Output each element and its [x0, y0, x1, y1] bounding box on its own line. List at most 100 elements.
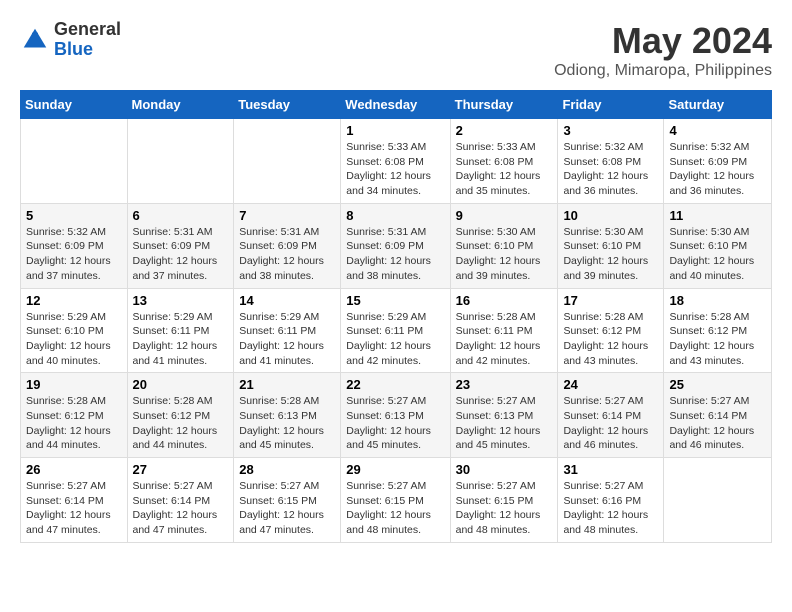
calendar-cell: 28 Sunrise: 5:27 AMSunset: 6:15 PMDayligh… — [234, 458, 341, 543]
day-info: Sunrise: 5:31 AMSunset: 6:09 PMDaylight:… — [239, 225, 335, 284]
day-number: 31 — [563, 462, 658, 477]
day-info: Sunrise: 5:28 AMSunset: 6:13 PMDaylight:… — [239, 394, 335, 453]
calendar-cell: 7 Sunrise: 5:31 AMSunset: 6:09 PMDaylight… — [234, 203, 341, 288]
day-number: 10 — [563, 208, 658, 223]
day-number: 8 — [346, 208, 444, 223]
day-number: 21 — [239, 377, 335, 392]
day-number: 7 — [239, 208, 335, 223]
calendar-cell: 20Sunrise: 5:28 AMSunset: 6:12 PMDayligh… — [127, 373, 234, 458]
calendar-cell: 10 Sunrise: 5:30 AMSunset: 6:10 PMDayligh… — [558, 203, 664, 288]
day-info: Sunrise: 5:27 AMSunset: 6:14 PMDaylight:… — [26, 479, 122, 538]
day-number: 13 — [133, 293, 229, 308]
calendar-cell: 1 Sunrise: 5:33 AMSunset: 6:08 PMDaylight… — [341, 119, 450, 204]
calendar-cell: 8 Sunrise: 5:31 AMSunset: 6:09 PMDaylight… — [341, 203, 450, 288]
page-header: General Blue May 2024 Odiong, Mimaropa, … — [20, 20, 772, 80]
day-info: Sunrise: 5:29 AMSunset: 6:11 PMDaylight:… — [133, 310, 229, 369]
calendar-cell: 17Sunrise: 5:28 AMSunset: 6:12 PMDayligh… — [558, 288, 664, 373]
calendar-cell: 18 Sunrise: 5:28 AMSunset: 6:12 PMDayligh… — [664, 288, 772, 373]
day-info: Sunrise: 5:27 AMSunset: 6:16 PMDaylight:… — [563, 479, 658, 538]
day-info: Sunrise: 5:27 AMSunset: 6:15 PMDaylight:… — [239, 479, 335, 538]
day-info: Sunrise: 5:29 AMSunset: 6:11 PMDaylight:… — [239, 310, 335, 369]
calendar-week-row: 1 Sunrise: 5:33 AMSunset: 6:08 PMDaylight… — [21, 119, 772, 204]
calendar-cell — [127, 119, 234, 204]
calendar-table: SundayMondayTuesdayWednesdayThursdayFrid… — [20, 90, 772, 543]
calendar-week-row: 5Sunrise: 5:32 AMSunset: 6:09 PMDaylight… — [21, 203, 772, 288]
day-info: Sunrise: 5:27 AMSunset: 6:14 PMDaylight:… — [669, 394, 766, 453]
day-info: Sunrise: 5:29 AMSunset: 6:10 PMDaylight:… — [26, 310, 122, 369]
day-number: 1 — [346, 123, 444, 138]
day-info: Sunrise: 5:28 AMSunset: 6:12 PMDaylight:… — [669, 310, 766, 369]
calendar-cell — [234, 119, 341, 204]
calendar-week-row: 26 Sunrise: 5:27 AMSunset: 6:14 PMDayligh… — [21, 458, 772, 543]
day-info: Sunrise: 5:27 AMSunset: 6:13 PMDaylight:… — [346, 394, 444, 453]
day-info: Sunrise: 5:33 AMSunset: 6:08 PMDaylight:… — [456, 140, 553, 199]
day-number: 26 — [26, 462, 122, 477]
day-info: Sunrise: 5:27 AMSunset: 6:15 PMDaylight:… — [346, 479, 444, 538]
day-info: Sunrise: 5:27 AMSunset: 6:13 PMDaylight:… — [456, 394, 553, 453]
calendar-cell: 23 Sunrise: 5:27 AMSunset: 6:13 PMDayligh… — [450, 373, 558, 458]
day-number: 3 — [563, 123, 658, 138]
calendar-cell: 3 Sunrise: 5:32 AMSunset: 6:08 PMDaylight… — [558, 119, 664, 204]
day-number: 12 — [26, 293, 122, 308]
weekday-header: Saturday — [664, 91, 772, 119]
calendar-cell: 30 Sunrise: 5:27 AMSunset: 6:15 PMDayligh… — [450, 458, 558, 543]
calendar-header-row: SundayMondayTuesdayWednesdayThursdayFrid… — [21, 91, 772, 119]
calendar-cell: 26 Sunrise: 5:27 AMSunset: 6:14 PMDayligh… — [21, 458, 128, 543]
day-number: 2 — [456, 123, 553, 138]
calendar-cell: 16Sunrise: 5:28 AMSunset: 6:11 PMDayligh… — [450, 288, 558, 373]
calendar-cell — [664, 458, 772, 543]
day-number: 9 — [456, 208, 553, 223]
calendar-cell: 12 Sunrise: 5:29 AMSunset: 6:10 PMDayligh… — [21, 288, 128, 373]
day-number: 4 — [669, 123, 766, 138]
weekday-header: Monday — [127, 91, 234, 119]
weekday-header: Sunday — [21, 91, 128, 119]
page-subtitle: Odiong, Mimaropa, Philippines — [554, 62, 772, 80]
day-info: Sunrise: 5:32 AMSunset: 6:09 PMDaylight:… — [669, 140, 766, 199]
day-info: Sunrise: 5:29 AMSunset: 6:11 PMDaylight:… — [346, 310, 444, 369]
day-info: Sunrise: 5:30 AMSunset: 6:10 PMDaylight:… — [563, 225, 658, 284]
day-number: 11 — [669, 208, 766, 223]
calendar-cell: 24 Sunrise: 5:27 AMSunset: 6:14 PMDayligh… — [558, 373, 664, 458]
day-info: Sunrise: 5:28 AMSunset: 6:12 PMDaylight:… — [26, 394, 122, 453]
day-number: 29 — [346, 462, 444, 477]
calendar-cell: 9 Sunrise: 5:30 AMSunset: 6:10 PMDaylight… — [450, 203, 558, 288]
day-info: Sunrise: 5:27 AMSunset: 6:15 PMDaylight:… — [456, 479, 553, 538]
day-number: 17 — [563, 293, 658, 308]
calendar-cell: 27Sunrise: 5:27 AMSunset: 6:14 PMDayligh… — [127, 458, 234, 543]
logo-text: General Blue — [54, 20, 121, 60]
calendar-cell: 13 Sunrise: 5:29 AMSunset: 6:11 PMDayligh… — [127, 288, 234, 373]
weekday-header: Friday — [558, 91, 664, 119]
logo: General Blue — [20, 20, 121, 60]
day-number: 28 — [239, 462, 335, 477]
day-number: 23 — [456, 377, 553, 392]
page-title: May 2024 — [554, 20, 772, 62]
day-info: Sunrise: 5:31 AMSunset: 6:09 PMDaylight:… — [346, 225, 444, 284]
weekday-header: Wednesday — [341, 91, 450, 119]
calendar-cell: 4 Sunrise: 5:32 AMSunset: 6:09 PMDaylight… — [664, 119, 772, 204]
day-number: 24 — [563, 377, 658, 392]
day-info: Sunrise: 5:30 AMSunset: 6:10 PMDaylight:… — [669, 225, 766, 284]
calendar-cell: 15 Sunrise: 5:29 AMSunset: 6:11 PMDayligh… — [341, 288, 450, 373]
calendar-week-row: 12 Sunrise: 5:29 AMSunset: 6:10 PMDayligh… — [21, 288, 772, 373]
day-number: 30 — [456, 462, 553, 477]
day-info: Sunrise: 5:32 AMSunset: 6:09 PMDaylight:… — [26, 225, 122, 284]
calendar-cell: 21 Sunrise: 5:28 AMSunset: 6:13 PMDayligh… — [234, 373, 341, 458]
day-number: 22 — [346, 377, 444, 392]
day-number: 19 — [26, 377, 122, 392]
day-number: 15 — [346, 293, 444, 308]
day-info: Sunrise: 5:32 AMSunset: 6:08 PMDaylight:… — [563, 140, 658, 199]
title-block: May 2024 Odiong, Mimaropa, Philippines — [554, 20, 772, 80]
day-info: Sunrise: 5:27 AMSunset: 6:14 PMDaylight:… — [563, 394, 658, 453]
day-number: 6 — [133, 208, 229, 223]
day-info: Sunrise: 5:30 AMSunset: 6:10 PMDaylight:… — [456, 225, 553, 284]
day-number: 18 — [669, 293, 766, 308]
day-info: Sunrise: 5:28 AMSunset: 6:11 PMDaylight:… — [456, 310, 553, 369]
weekday-header: Thursday — [450, 91, 558, 119]
weekday-header: Tuesday — [234, 91, 341, 119]
calendar-cell: 22 Sunrise: 5:27 AMSunset: 6:13 PMDayligh… — [341, 373, 450, 458]
day-number: 27 — [133, 462, 229, 477]
day-info: Sunrise: 5:33 AMSunset: 6:08 PMDaylight:… — [346, 140, 444, 199]
calendar-cell: 14Sunrise: 5:29 AMSunset: 6:11 PMDayligh… — [234, 288, 341, 373]
day-info: Sunrise: 5:28 AMSunset: 6:12 PMDaylight:… — [133, 394, 229, 453]
calendar-cell: 31 Sunrise: 5:27 AMSunset: 6:16 PMDayligh… — [558, 458, 664, 543]
